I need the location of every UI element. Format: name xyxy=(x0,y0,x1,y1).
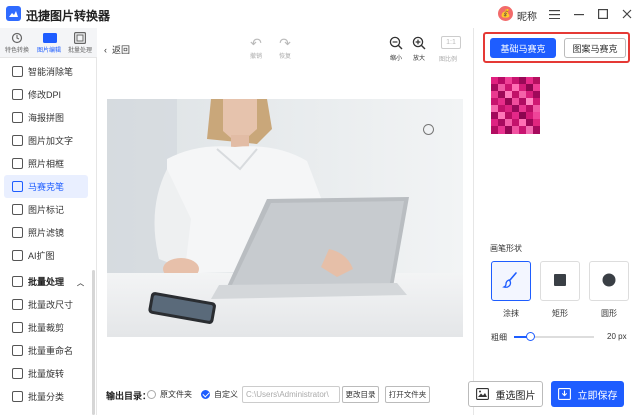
brush-shape-title: 画笔形状 xyxy=(490,244,522,253)
close-icon[interactable] xyxy=(620,7,634,21)
tab-batch-process[interactable]: 批量处理 xyxy=(64,32,96,58)
radio-original-folder[interactable] xyxy=(147,390,156,399)
filter-icon xyxy=(12,227,23,238)
thickness-label: 粗细 xyxy=(491,333,507,342)
undo-icon: ↶ xyxy=(250,35,262,51)
text-icon xyxy=(12,135,23,146)
sidebar-item-ai-expand[interactable]: AI扩图 xyxy=(4,244,88,267)
sidebar-item-add-text[interactable]: 图片加文字 xyxy=(4,129,88,152)
rename-icon xyxy=(12,345,23,356)
radio-custom-folder-label[interactable]: 自定义 xyxy=(214,389,238,400)
crop-icon xyxy=(12,322,23,333)
mark-icon xyxy=(12,204,23,215)
thickness-value: 20 px xyxy=(607,332,627,341)
sidebar-scrollbar[interactable] xyxy=(92,270,95,415)
app-logo-icon xyxy=(6,6,21,21)
save-icon xyxy=(557,388,571,400)
convert-icon xyxy=(11,32,23,44)
change-dir-button[interactable]: 更改目录 xyxy=(342,386,379,403)
chevron-up-icon: ︿ xyxy=(77,280,84,287)
image-edit-icon xyxy=(43,32,57,44)
output-dir-label: 输出目录： xyxy=(106,391,152,401)
user-avatar[interactable]: 💰 xyxy=(498,6,513,21)
pattern-mosaic-button[interactable]: 图案马赛克 xyxy=(564,38,626,58)
zoom-out-button[interactable]: 缩小 xyxy=(384,35,408,62)
sidebar-item-photo-frame[interactable]: 照片相框 xyxy=(4,152,88,175)
sidebar-item-batch-classify[interactable]: 批量分类 xyxy=(4,385,88,408)
batch-group-icon xyxy=(12,276,23,287)
basic-mosaic-button[interactable]: 基础马赛克 xyxy=(490,38,556,58)
brush-shape-label: 涂抹 xyxy=(503,309,519,318)
sidebar-item-poster-collage[interactable]: 海报拼图 xyxy=(4,106,88,129)
eraser-icon xyxy=(12,66,23,77)
sidebar-item-batch-resize[interactable]: 批量改尺寸 xyxy=(4,293,88,316)
sidebar-group-batch[interactable]: 批量处理 ︿ xyxy=(4,270,88,293)
zoom-in-button[interactable]: 放大 xyxy=(407,35,431,62)
thickness-slider[interactable] xyxy=(514,332,594,341)
rotate-icon xyxy=(12,368,23,379)
tab-label: 图片编辑 xyxy=(36,48,61,54)
brush-shape-smear[interactable] xyxy=(491,261,531,301)
sidebar: 特色转换 图片编辑 批量处理 智能消除笔 修改DPI 海报拼图 图片加文字 照片… xyxy=(0,28,97,415)
mosaic-icon xyxy=(12,181,23,192)
redo-icon: ↷ xyxy=(279,35,291,51)
thickness-slider-handle[interactable] xyxy=(526,332,535,341)
brush-cursor xyxy=(423,124,434,135)
resize-icon xyxy=(12,299,23,310)
mosaic-preview xyxy=(491,77,540,134)
output-path-input[interactable]: C:\Users\Administrator\ xyxy=(242,386,340,403)
save-now-button[interactable]: 立即保存 xyxy=(551,381,624,407)
image-icon xyxy=(475,388,489,400)
classify-icon xyxy=(12,391,23,402)
user-name[interactable]: 昵称 xyxy=(517,8,537,23)
open-folder-button[interactable]: 打开文件夹 xyxy=(385,386,430,403)
sidebar-item-photo-filter[interactable]: 照片滤镜 xyxy=(4,221,88,244)
zoom-in-icon xyxy=(407,35,431,53)
ratio-button[interactable]: 1:1 xyxy=(441,36,461,49)
batch-icon xyxy=(74,32,87,45)
brush-shape-circle[interactable] xyxy=(589,261,629,301)
sidebar-item-batch-crop[interactable]: 批量裁剪 xyxy=(4,316,88,339)
ratio-label: 图比例 xyxy=(439,57,458,63)
brush-shape-label: 矩形 xyxy=(552,309,568,318)
brush-shape-rect[interactable] xyxy=(540,261,580,301)
dpi-icon xyxy=(12,89,23,100)
sidebar-item-batch-rename[interactable]: 批量重命名 xyxy=(4,339,88,362)
sidebar-item-image-mark[interactable]: 图片标记 xyxy=(4,198,88,221)
reselect-image-button[interactable]: 重选图片 xyxy=(468,381,543,407)
radio-original-folder-label[interactable]: 原文件夹 xyxy=(160,389,192,400)
zoom-out-icon xyxy=(384,35,408,53)
chevron-left-icon: ‹ xyxy=(104,44,107,55)
sidebar-item-batch-rotate[interactable]: 批量旋转 xyxy=(4,362,88,385)
collage-icon xyxy=(12,112,23,123)
ai-expand-icon xyxy=(12,250,23,261)
app-title: 迅捷图片转换器 xyxy=(26,9,111,23)
sidebar-item-mosaic[interactable]: 马赛克笔 xyxy=(4,175,88,198)
tab-feature-convert[interactable]: 特色转换 xyxy=(1,32,33,58)
sidebar-item-dpi[interactable]: 修改DPI xyxy=(4,83,88,106)
photo-canvas[interactable] xyxy=(107,99,463,337)
minimize-icon[interactable] xyxy=(572,7,586,21)
square-icon xyxy=(553,273,567,289)
tab-label: 特色转换 xyxy=(4,48,29,54)
title-bar: 迅捷图片转换器 💰 昵称 xyxy=(0,0,640,28)
circle-icon xyxy=(602,273,616,289)
brush-shape-label: 圆形 xyxy=(601,309,617,318)
redo-button[interactable]: ↷ 恢复 xyxy=(273,35,297,60)
sidebar-item-smart-eraser[interactable]: 智能消除笔 xyxy=(4,60,88,83)
brush-icon xyxy=(502,271,520,291)
undo-button[interactable]: ↶ 撤销 xyxy=(244,35,268,60)
maximize-icon[interactable] xyxy=(596,7,610,21)
back-button[interactable]: ‹ 返回 xyxy=(104,43,130,56)
tool-tabs: 特色转换 图片编辑 批量处理 xyxy=(0,28,97,58)
frame-icon xyxy=(12,158,23,169)
tab-image-edit[interactable]: 图片编辑 xyxy=(33,32,65,58)
radio-custom-folder[interactable] xyxy=(201,390,210,399)
menu-icon[interactable] xyxy=(547,7,561,21)
tab-label: 批量处理 xyxy=(67,48,92,54)
